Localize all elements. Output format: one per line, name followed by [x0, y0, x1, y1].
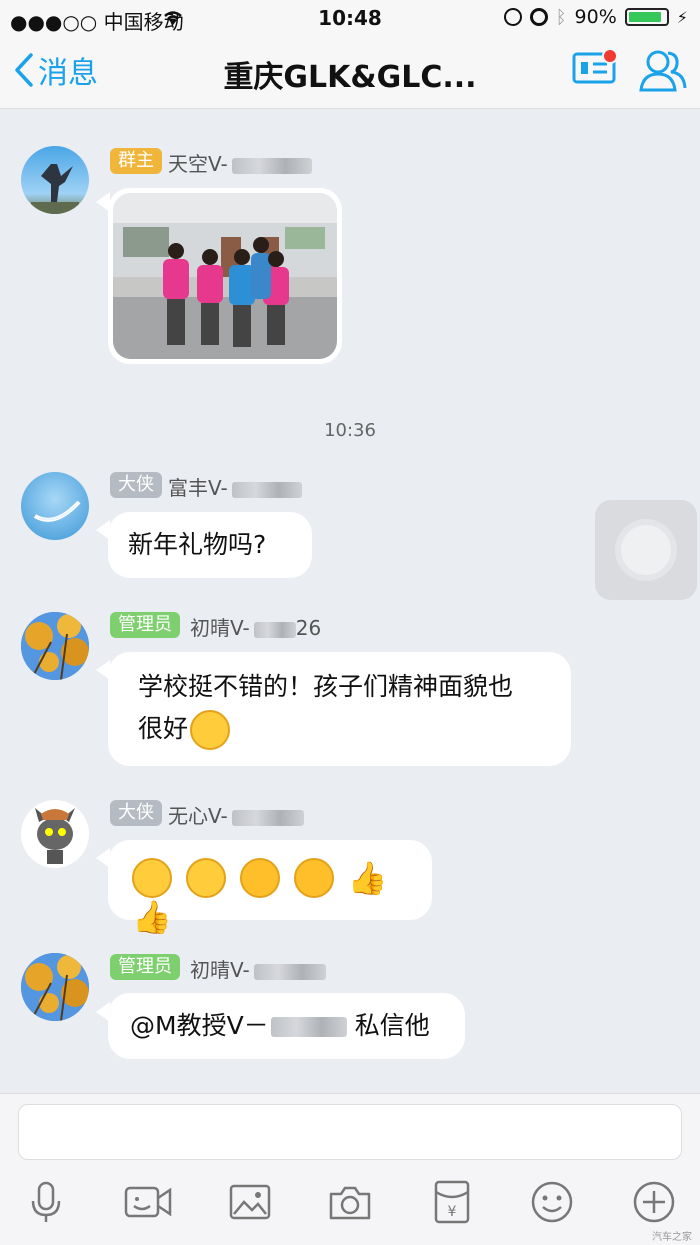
mention-text: @M教授V－ [130, 1011, 269, 1040]
pray-emoji-icon [239, 858, 280, 898]
emoji-message[interactable]: 👍 👍 [108, 840, 432, 936]
text-message[interactable]: 学校挺不错的！孩子们精神面貌也 很好 [108, 652, 571, 766]
avatar-feather-image [33, 500, 81, 522]
avatar[interactable] [21, 800, 89, 868]
sender-name: 天空V- [168, 148, 312, 177]
red-packet-icon: ¥ [434, 1180, 470, 1224]
alarm-icon [529, 8, 548, 26]
image-message[interactable] [108, 188, 342, 364]
blurred-id [231, 481, 302, 498]
text-message[interactable]: 新年礼物吗? [108, 512, 312, 578]
thumbs-up-icon: 👍 [347, 859, 388, 897]
thumbs-up-icon: 👍 [132, 898, 172, 936]
video-icon [124, 1186, 172, 1218]
sender-name: 初晴V- [190, 954, 326, 983]
role-badge: 大侠 [110, 800, 162, 826]
battery-fill [628, 12, 662, 22]
red-packet-button[interactable]: ¥ [430, 1180, 474, 1224]
plus-icon [633, 1181, 675, 1223]
emoji-button[interactable] [530, 1180, 574, 1224]
group-card-button[interactable] [572, 48, 618, 90]
avatar-golden-tree-image [21, 953, 89, 1021]
blurred-id [231, 157, 312, 174]
nav-bar: 消息 重庆GLK&GLC... [0, 36, 700, 109]
role-badge: 大侠 [110, 472, 162, 498]
image-icon [229, 1184, 271, 1220]
blurred-id [270, 1017, 347, 1037]
emoji-icon [531, 1181, 573, 1223]
image-button[interactable] [228, 1180, 272, 1224]
status-bar: ●●●○○ 中国移动 10:48 ᛒ 90% ⚡ [0, 0, 700, 36]
text-message[interactable]: @M教授V－ 私信他 [108, 993, 465, 1059]
avatar-statue-image [31, 164, 79, 214]
status-right: ᛒ 90% ⚡ [503, 6, 688, 28]
charging-icon: ⚡ [676, 7, 688, 27]
more-button[interactable] [632, 1180, 676, 1224]
sender-name: 初晴V- 26 [190, 616, 322, 640]
message-timestamp: 10:36 [324, 420, 376, 441]
avatar-grey-wolf-image [35, 808, 75, 864]
group-members-icon [639, 50, 687, 92]
avatar[interactable] [21, 612, 89, 680]
blurred-id [253, 963, 326, 980]
group-members-button[interactable] [638, 46, 688, 98]
battery-percent: 90% [574, 6, 617, 28]
voice-button[interactable] [24, 1180, 68, 1224]
role-badge: 群主 [110, 148, 162, 174]
grin-emoji-icon [132, 858, 172, 898]
message-text: 私信他 [354, 1011, 430, 1040]
role-badge: 管理员 [110, 954, 180, 980]
video-button[interactable] [124, 1180, 172, 1224]
avatar[interactable] [21, 472, 89, 540]
avatar[interactable] [21, 953, 89, 1021]
photo-children [113, 193, 337, 359]
smug-emoji-icon [185, 858, 226, 898]
message-text-line-2: 很好 [138, 708, 571, 750]
battery-icon [624, 8, 669, 26]
role-badge: 管理员 [110, 612, 180, 638]
blurred-id [253, 621, 296, 638]
message-text: 新年礼物吗? [128, 530, 267, 559]
avatar-golden-tree-image [21, 612, 89, 680]
pray-emoji-icon [293, 858, 334, 898]
assistive-touch-icon [621, 525, 671, 575]
watermark: 汽车之家 [652, 1232, 692, 1243]
floating-assistive-button[interactable] [595, 500, 697, 600]
message-input[interactable] [18, 1104, 682, 1160]
sender-name: 富丰V- [168, 472, 302, 501]
input-bar: ¥ 汽车之家 [0, 1093, 700, 1245]
svg-text:¥: ¥ [448, 1204, 457, 1220]
unread-dot [602, 48, 618, 64]
camera-icon [329, 1186, 371, 1220]
chat-area[interactable]: 群主 天空V- 10:36 大侠 富丰V- 新年礼物吗? 管理员 初晴V- 26… [0, 108, 700, 1093]
sender-name: 无心V- [168, 800, 304, 829]
bluetooth-icon: ᛒ [555, 6, 567, 28]
rotation-lock-icon [503, 8, 522, 26]
blurred-id [231, 809, 304, 826]
mic-icon [31, 1181, 61, 1222]
avatar[interactable] [21, 146, 89, 214]
grin-emoji-icon [190, 710, 231, 750]
message-text-line: 学校挺不错的！孩子们精神面貌也 [138, 672, 514, 701]
camera-button[interactable] [328, 1180, 372, 1224]
